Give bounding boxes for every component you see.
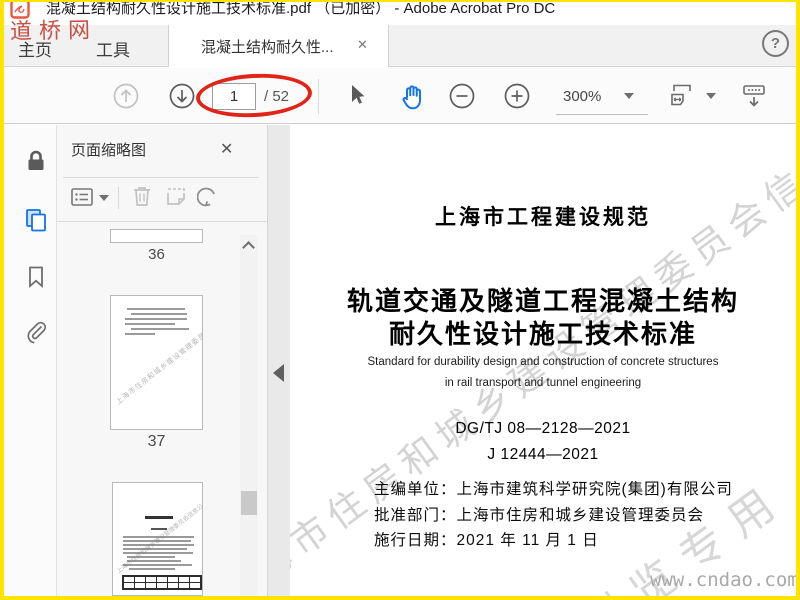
panel-tool-divider [118,187,119,209]
thumbnail-page-38[interactable]: 上海市住房和城乡建设管理委员会信息公共 [112,482,203,596]
site-url-watermark: www.cndao.com [650,569,796,591]
collapse-panel-icon[interactable] [273,364,284,382]
scrollbar-thumb[interactable] [241,491,257,515]
previous-page-icon[interactable] [112,82,140,110]
attachments-icon[interactable] [23,319,49,345]
doc-subtitle-en-line1: Standard for durability design and const… [367,356,719,368]
zoom-level-value[interactable]: 300% [563,88,601,105]
doc-standard-code1: DG/TJ 08—2128—2021 [455,420,631,437]
thumbnail-options-icon[interactable] [69,184,95,215]
doc-chief-editor: 主编单位：上海市建筑科学研究院(集团)有限公司 [374,481,733,498]
help-icon[interactable]: ? [762,30,789,57]
toolbar-divider [318,79,319,114]
panel-divider [63,177,259,178]
doc-title-line1: 轨道交通及隧道工程混凝土结构 [346,286,739,316]
select-tool-icon[interactable] [344,82,372,110]
doc-approved-by: 批准部门：上海市住房和城乡建设管理委员会 [374,506,705,524]
fit-dropdown-caret[interactable] [706,93,716,99]
tab-document-label: 混凝土结构耐久性... [201,39,334,56]
panel-divider-2 [57,221,267,222]
page-number-annotation-ellipse [194,70,314,121]
zoom-out-icon[interactable] [448,82,476,110]
thumbnails-scrollbar[interactable] [240,235,258,596]
fit-width-icon[interactable] [668,82,696,110]
doc-standard-code2: J 12444—2021 [487,446,599,463]
scrollbar-up-icon[interactable] [242,241,255,254]
panel-title: 页面缩略图 [71,142,147,159]
zoom-in-icon[interactable] [503,82,531,110]
thumbnail-page-36[interactable] [110,229,203,243]
panel-close-icon[interactable]: ✕ [220,139,233,159]
thumbnail-mini-table [123,576,201,589]
pdf-page: 上海市住房和城乡建设管理委员会信息公共 浏览专用 上海市工程建设规范 轨道交通及… [290,125,796,596]
doc-title-line2: 耐久性设计施工技术标准 [388,319,697,349]
page-thumbnails-panel: 页面缩略图 ✕ 36 上海市住房和城乡建设管理委员会信息公共 37 上海市住房和… [57,125,268,596]
doc-subtitle-en-line2: in rail transport and tunnel engineering [444,377,642,389]
rotate-pages-icon[interactable] [196,184,223,215]
doc-series-heading: 上海市工程建设规范 [435,206,651,229]
tab-document[interactable]: 混凝土结构耐久性... ✕ [168,25,389,67]
thumbnail-page-37[interactable]: 上海市住房和城乡建设管理委员会信息公共 [110,295,203,430]
navigation-icon-strip [4,125,57,596]
extract-pages-icon[interactable] [163,183,189,214]
thumbnail-label-36: 36 [148,246,165,263]
document-background [268,125,290,596]
thumbnail-options-caret[interactable] [99,195,109,201]
doc-publication-info: 主编单位：上海市建筑科学研究院(集团)有限公司 批准部门：上海市住房和城乡建设管… [374,477,733,554]
hide-toolbar-icon[interactable] [740,82,768,110]
doc-effective-date: 施行日期：2021 年 11 月 1 日 [374,532,599,549]
title-bar: 混凝土结构耐久性设计施工技术标准.pdf （已加密） - Adobe Acrob… [4,0,796,25]
doc-title: 轨道交通及隧道工程混凝土结构 耐久性设计施工技术标准 [290,285,796,351]
security-lock-icon[interactable] [23,148,49,174]
tab-tools[interactable]: 工具 [96,36,130,61]
thumbnail-label-37: 37 [147,433,166,450]
main-toolbar: 1 / 52 300% [4,68,796,124]
acrobat-window: 混凝土结构耐久性设计施工技术标准.pdf （已加密） - Adobe Acrob… [0,0,800,600]
page-thumbnails-icon[interactable] [23,207,49,233]
bookmarks-icon[interactable] [23,264,49,290]
tab-bar: 主页 工具 混凝土结构耐久性... ✕ ? [4,25,796,67]
zoom-underline [556,114,648,115]
tab-close-icon[interactable]: ✕ [357,37,368,53]
next-page-icon[interactable] [168,82,196,110]
delete-pages-icon[interactable] [129,183,155,214]
hand-tool-icon[interactable] [398,82,426,110]
stamp-watermark: 道桥网 [9,17,98,44]
window-title: 混凝土结构耐久性设计施工技术标准.pdf （已加密） - Adobe Acrob… [46,0,556,17]
zoom-dropdown-caret[interactable] [624,93,634,99]
